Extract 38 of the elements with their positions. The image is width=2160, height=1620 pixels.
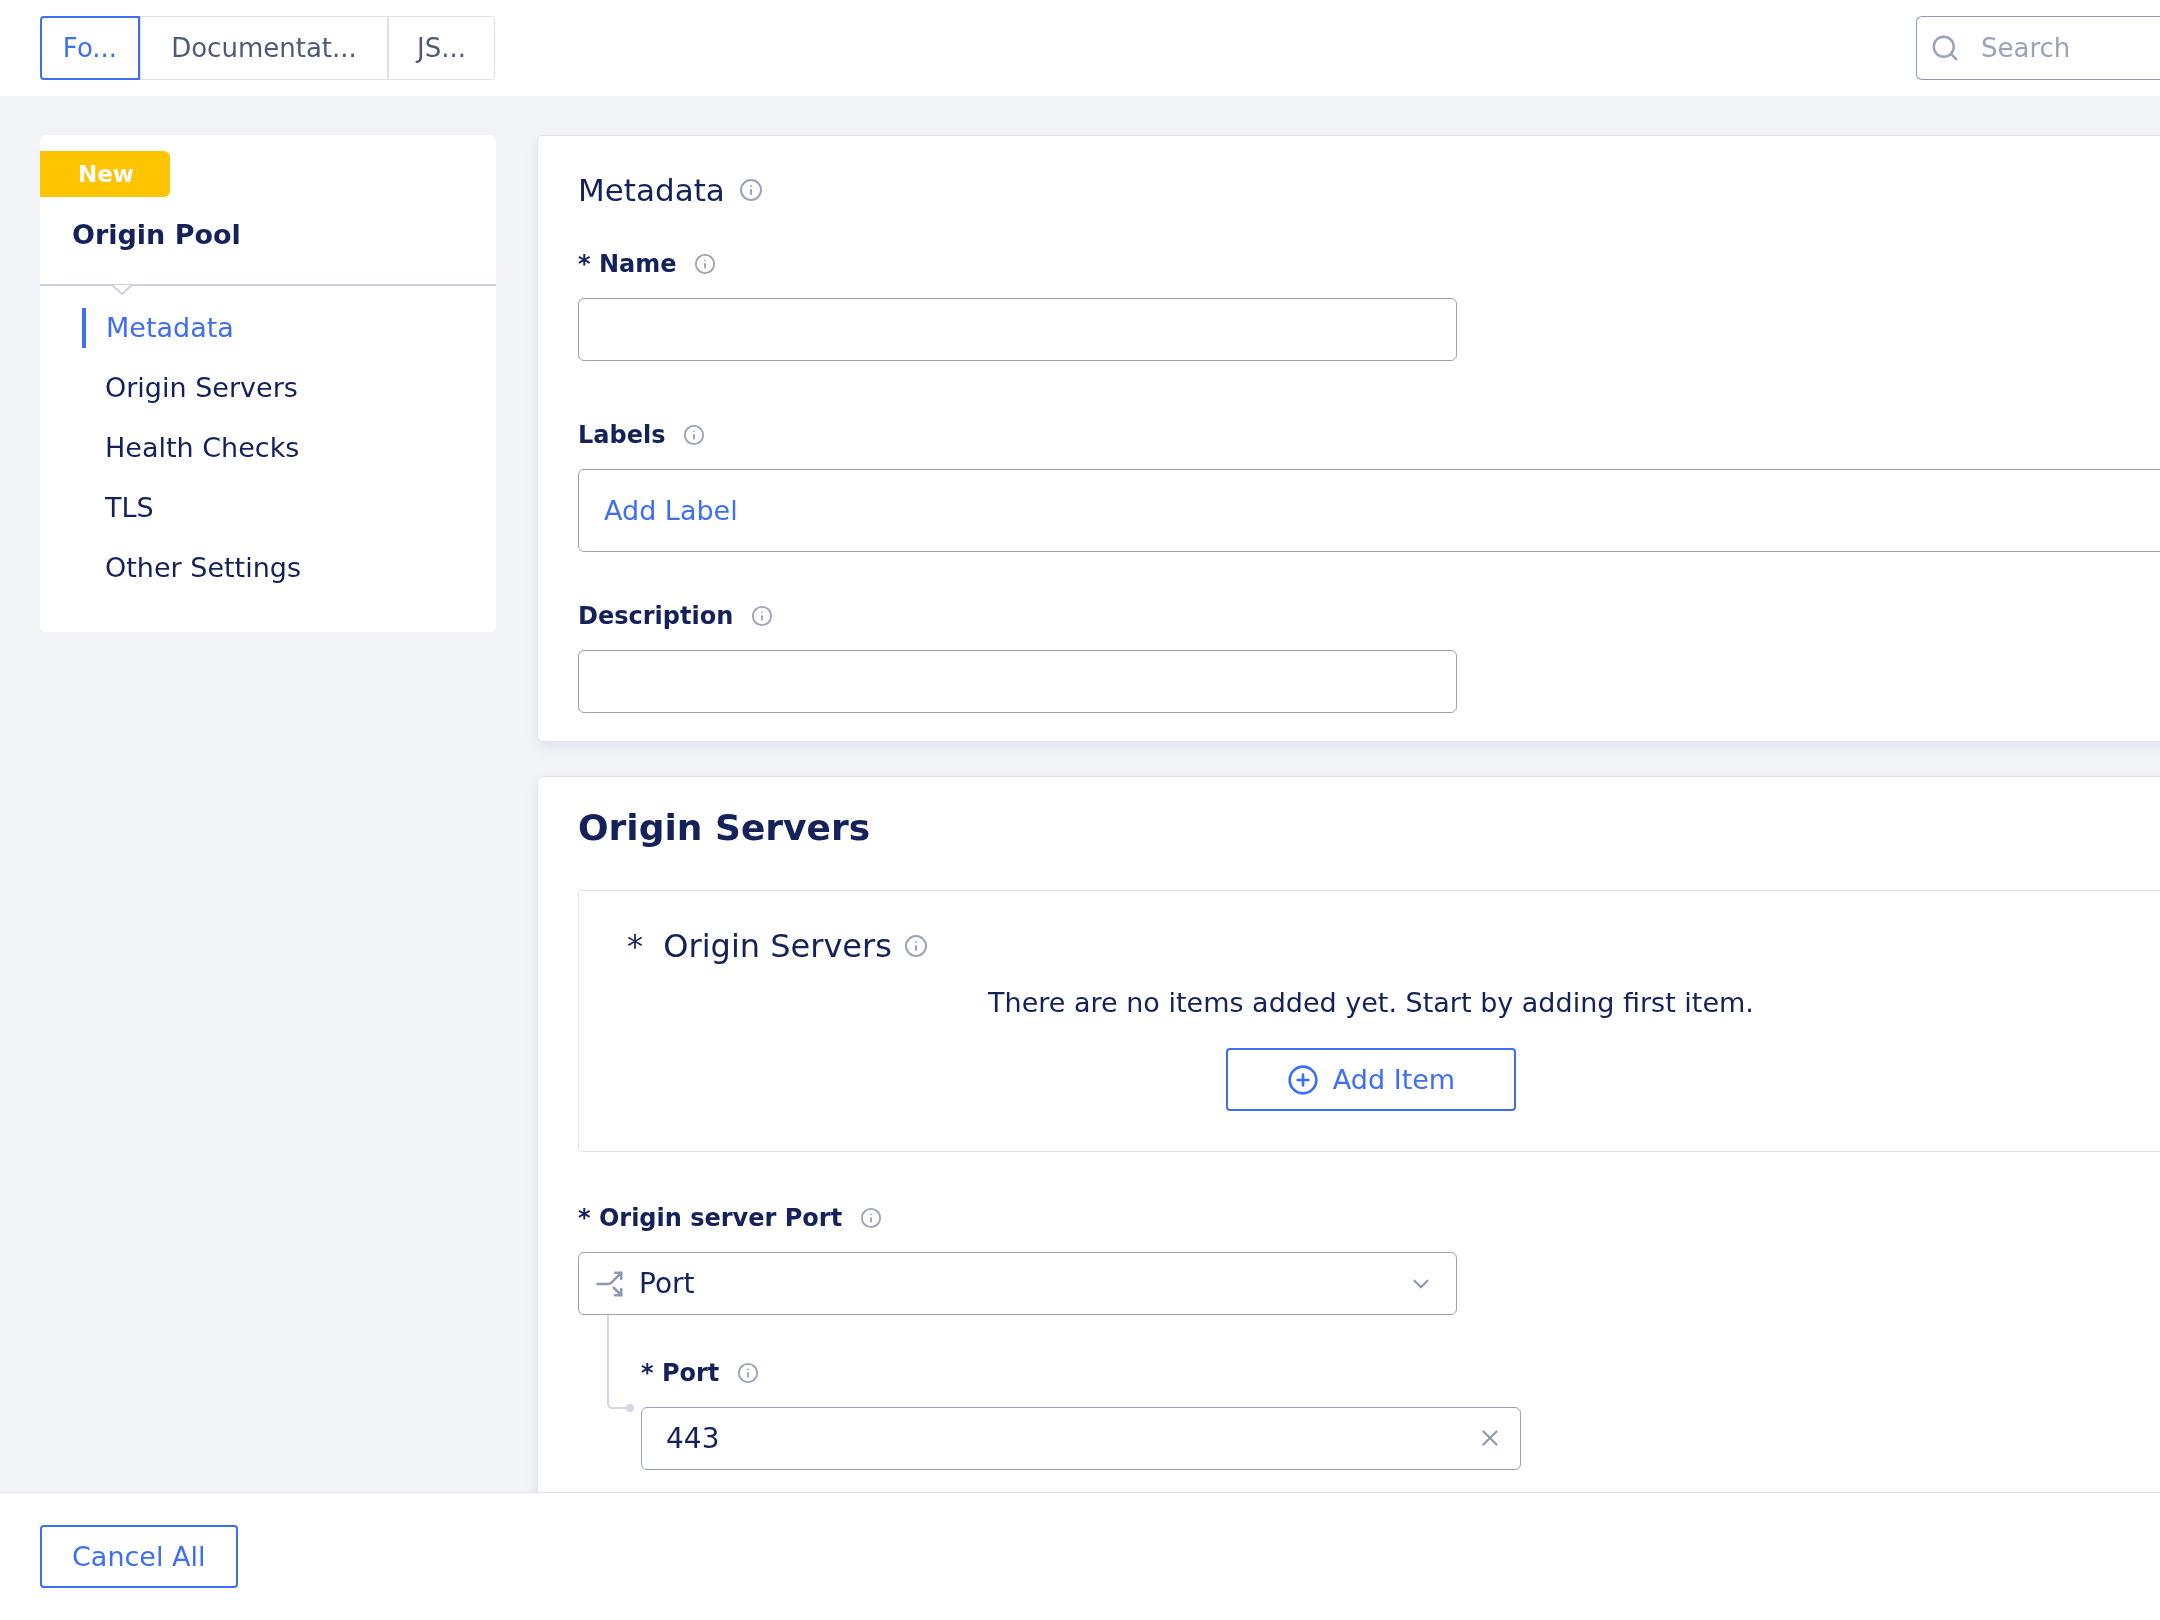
info-icon[interactable] [694, 253, 717, 275]
info-icon[interactable] [683, 424, 706, 446]
info-icon[interactable] [738, 178, 763, 202]
port-input[interactable]: 443 [641, 1407, 1521, 1470]
field-label: Description [578, 602, 734, 630]
field-label: * Name [578, 250, 677, 278]
info-icon[interactable] [751, 605, 774, 627]
tab[interactable]: Fo... [40, 16, 140, 80]
labels-field[interactable]: Add Label [578, 469, 2160, 552]
sidebar-item[interactable]: TLS [82, 488, 496, 528]
tab[interactable]: JS... [388, 16, 495, 80]
add-item-button[interactable]: Add Item [1226, 1048, 1516, 1111]
text-input[interactable] [578, 650, 1457, 713]
sidebar-item[interactable]: Origin Servers [82, 368, 496, 408]
sidebar-item[interactable]: Other Settings [82, 548, 496, 588]
list-label: * Origin Servers [627, 927, 892, 965]
field-label: Labels [578, 421, 666, 449]
search-icon [1930, 33, 1960, 63]
add-label-link[interactable]: Add Label [604, 495, 738, 526]
info-icon[interactable] [860, 1207, 883, 1229]
section-title: Origin Servers [578, 807, 872, 848]
field-label: * Origin server Port [578, 1204, 843, 1232]
tab[interactable]: Documentat... [140, 16, 388, 80]
sidebar-item[interactable]: Health Checks [82, 428, 496, 468]
section-title: Metadata [578, 172, 725, 208]
sidebar-item[interactable]: Metadata [82, 308, 496, 348]
search-field[interactable]: Search [1916, 16, 2160, 80]
empty-message: There are no items added yet. Start by adding first item. [988, 987, 1754, 1018]
text-input[interactable] [578, 298, 1457, 361]
port-select[interactable]: Port [578, 1252, 1457, 1315]
plus-icon [1286, 1063, 1319, 1096]
cancel-all-button[interactable]: Cancel All [40, 1525, 238, 1588]
field-label: * Port [641, 1359, 720, 1387]
sidebar-title: Origin Pool [72, 219, 241, 250]
info-icon[interactable] [903, 934, 928, 958]
info-icon[interactable] [737, 1362, 760, 1384]
split-arrows-icon [595, 1268, 625, 1299]
new-badge: New [40, 151, 171, 197]
